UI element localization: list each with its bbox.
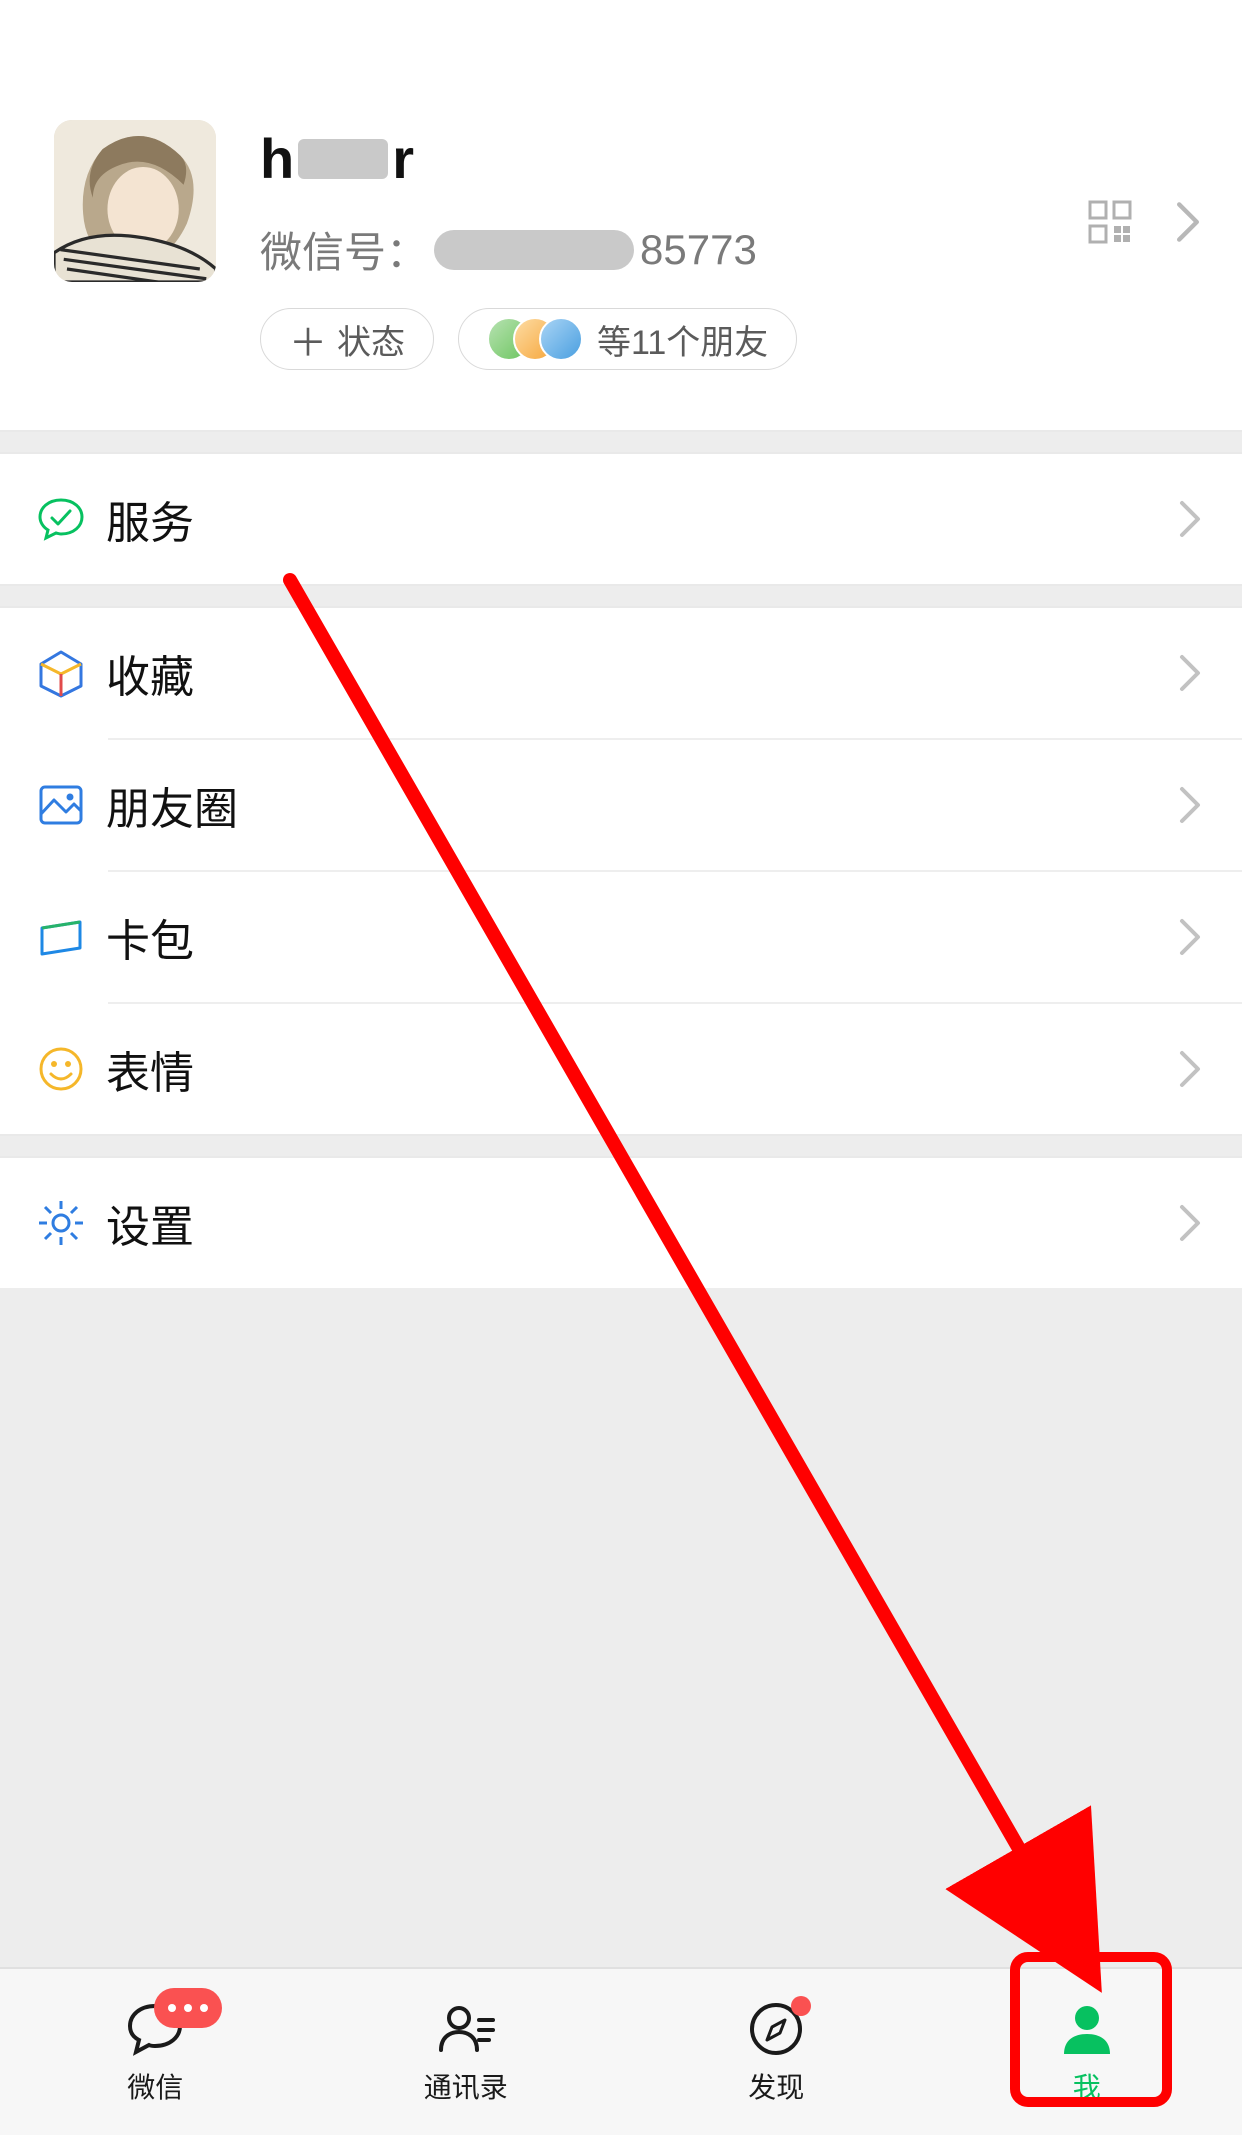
chevron-right-icon bbox=[1178, 917, 1202, 957]
tab-label: 通讯录 bbox=[424, 2066, 508, 2106]
wechat-id: 微信号： 85773 bbox=[260, 219, 1206, 280]
chevron-right-icon bbox=[1178, 785, 1202, 825]
chevron-right-icon bbox=[1178, 499, 1202, 539]
cards-icon bbox=[36, 912, 106, 962]
badge-pill bbox=[154, 1988, 222, 2028]
tab-discover[interactable]: 发现 bbox=[621, 1969, 932, 2135]
plus-icon: ＋ bbox=[289, 312, 327, 367]
friends-status-chip[interactable]: 等11个朋友 bbox=[458, 308, 797, 370]
chevron-right-icon bbox=[1178, 653, 1202, 693]
moments-icon bbox=[36, 780, 106, 830]
cell-label: 服务 bbox=[106, 487, 1178, 551]
cell-favorites[interactable]: 收藏 bbox=[0, 608, 1242, 738]
profile-section[interactable]: h r 微信号： 85773 ＋ 状态 bbox=[0, 0, 1242, 430]
cell-label: 朋友圈 bbox=[106, 773, 1178, 837]
cell-service[interactable]: 服务 bbox=[0, 454, 1242, 584]
service-icon bbox=[36, 494, 106, 544]
chevron-right-icon bbox=[1178, 1203, 1202, 1243]
friend-avatars-icon bbox=[487, 317, 583, 361]
cell-label: 收藏 bbox=[106, 641, 1178, 705]
cell-label: 设置 bbox=[106, 1191, 1178, 1255]
tab-contacts[interactable]: 通讯录 bbox=[311, 1969, 622, 2135]
wxid-mask bbox=[434, 230, 634, 270]
status-chip[interactable]: ＋ 状态 bbox=[260, 308, 434, 370]
cell-moments[interactable]: 朋友圈 bbox=[0, 740, 1242, 870]
discover-icon bbox=[737, 1998, 815, 2060]
cell-label: 卡包 bbox=[106, 905, 1178, 969]
favorites-icon bbox=[36, 648, 106, 698]
status-chip-label: 状态 bbox=[337, 315, 405, 364]
contacts-icon bbox=[427, 1998, 505, 2060]
chat-icon bbox=[116, 1998, 194, 2060]
annotation-highlight-box bbox=[1010, 1952, 1172, 2107]
cell-stickers[interactable]: 表情 bbox=[0, 1004, 1242, 1134]
chevron-right-icon bbox=[1174, 200, 1202, 244]
tab-chat[interactable]: 微信 bbox=[0, 1969, 311, 2135]
settings-icon bbox=[36, 1198, 106, 1248]
avatar[interactable] bbox=[54, 120, 216, 282]
cell-settings[interactable]: 设置 bbox=[0, 1158, 1242, 1288]
tab-label: 发现 bbox=[748, 2066, 804, 2106]
tab-label: 微信 bbox=[127, 2066, 183, 2106]
nickname-mask bbox=[298, 139, 388, 179]
friends-chip-label: 等11个朋友 bbox=[597, 315, 768, 364]
chevron-right-icon bbox=[1178, 1049, 1202, 1089]
qrcode-icon[interactable] bbox=[1088, 200, 1132, 244]
cell-label: 表情 bbox=[106, 1037, 1178, 1101]
badge-dot bbox=[791, 1996, 811, 2016]
stickers-icon bbox=[36, 1044, 106, 1094]
cell-cards[interactable]: 卡包 bbox=[0, 872, 1242, 1002]
nickname: h r bbox=[260, 126, 1206, 191]
